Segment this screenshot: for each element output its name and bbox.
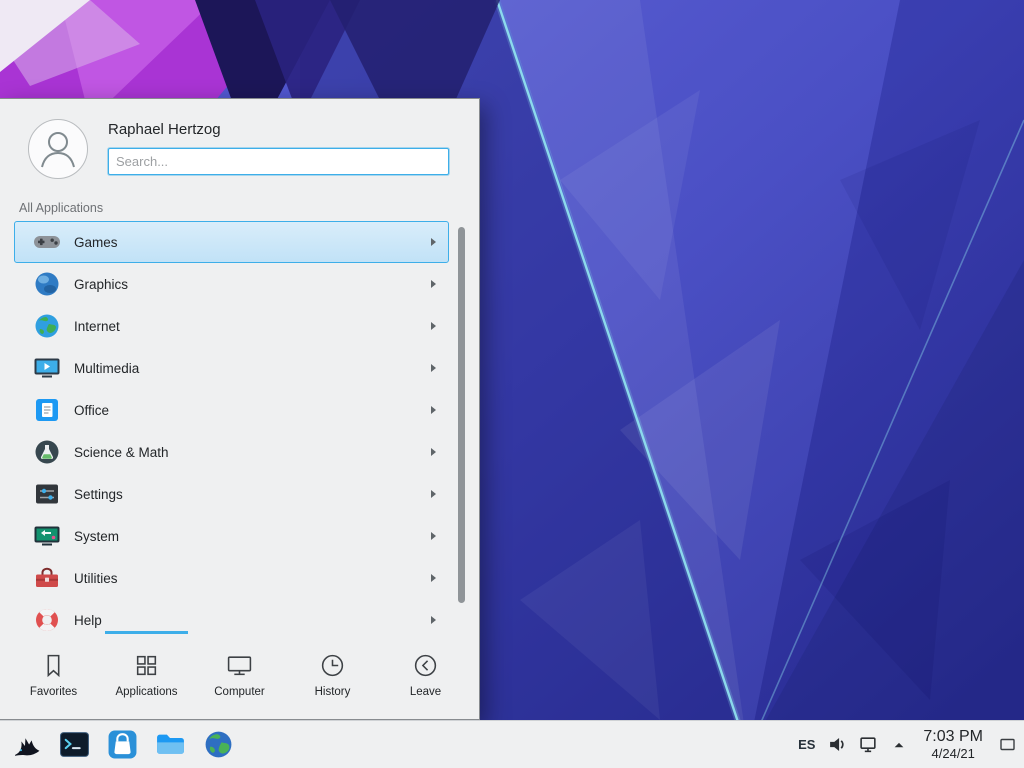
- clock-date: 4/24/21: [923, 746, 983, 762]
- gamepad-icon: [33, 228, 61, 256]
- tab-label: History: [315, 686, 351, 698]
- user-icon: [30, 121, 86, 177]
- taskbar-left: [0, 725, 236, 765]
- leave-icon: [412, 652, 439, 679]
- web-browser-icon: [203, 729, 234, 760]
- search-input[interactable]: [108, 148, 449, 175]
- app-grid-icon: [133, 652, 160, 679]
- software-center-launcher[interactable]: [104, 725, 140, 765]
- application-launcher-menu: Raphael Hertzog All Applications Games: [0, 98, 480, 720]
- chevron-right-icon: [431, 280, 436, 288]
- toolbox-icon: [33, 564, 61, 592]
- scrollbar[interactable]: [458, 227, 465, 603]
- chevron-right-icon: [431, 448, 436, 456]
- graphics-orb-icon: [33, 270, 61, 298]
- document-icon: [33, 396, 61, 424]
- chevron-right-icon: [431, 490, 436, 498]
- category-office[interactable]: Office: [14, 389, 449, 431]
- chevron-right-icon: [431, 238, 436, 246]
- tab-bar: Favorites Applications C: [0, 631, 479, 719]
- category-label: Science & Math: [74, 445, 431, 460]
- globe-icon: [33, 312, 61, 340]
- keyboard-layout-indicator[interactable]: ES: [796, 737, 817, 752]
- tab-history[interactable]: History: [286, 631, 379, 719]
- category-utilities[interactable]: Utilities: [14, 557, 449, 599]
- tab-favorites[interactable]: Favorites: [7, 631, 100, 719]
- system-tray: ES 7:03 PM: [796, 723, 1024, 767]
- category-settings[interactable]: Settings: [14, 473, 449, 515]
- desktop: Raphael Hertzog All Applications Games: [0, 0, 1024, 768]
- section-label: All Applications: [19, 201, 103, 215]
- category-label: Multimedia: [74, 361, 431, 376]
- file-manager-launcher[interactable]: [152, 725, 188, 765]
- taskbar: ES 7:03 PM: [0, 720, 1024, 768]
- expand-tray-icon[interactable]: [888, 734, 910, 756]
- category-label: Help: [74, 613, 431, 628]
- show-desktop-button[interactable]: [996, 723, 1020, 767]
- tab-label: Applications: [115, 686, 177, 698]
- flask-icon: [33, 438, 61, 466]
- chevron-right-icon: [431, 322, 436, 330]
- life-ring-icon: [33, 606, 61, 631]
- bookmark-icon: [40, 652, 67, 679]
- show-desktop-icon: [999, 736, 1017, 754]
- clock[interactable]: 7:03 PM 4/24/21: [923, 727, 983, 762]
- chevron-right-icon: [431, 364, 436, 372]
- clock-icon: [319, 652, 346, 679]
- category-label: Internet: [74, 319, 431, 334]
- chevron-right-icon: [431, 532, 436, 540]
- chevron-right-icon: [431, 616, 436, 624]
- category-label: Games: [74, 235, 431, 250]
- network-icon[interactable]: [857, 734, 879, 756]
- category-games[interactable]: Games: [14, 221, 449, 263]
- tab-label: Favorites: [30, 686, 77, 698]
- category-label: Graphics: [74, 277, 431, 292]
- terminal-launcher[interactable]: [56, 725, 92, 765]
- web-browser-launcher[interactable]: [200, 725, 236, 765]
- kali-menu-icon: [11, 729, 42, 760]
- tab-computer[interactable]: Computer: [193, 631, 286, 719]
- launcher-button[interactable]: [8, 725, 44, 765]
- category-label: System: [74, 529, 431, 544]
- tab-leave[interactable]: Leave: [379, 631, 472, 719]
- volume-icon[interactable]: [826, 734, 848, 756]
- category-system[interactable]: System: [14, 515, 449, 557]
- category-list: Games Graphics: [14, 221, 449, 631]
- terminal-icon: [59, 729, 90, 760]
- tab-label: Leave: [410, 686, 441, 698]
- avatar: [28, 119, 88, 179]
- system-monitor-icon: [33, 522, 61, 550]
- tab-applications[interactable]: Applications: [100, 631, 193, 719]
- category-internet[interactable]: Internet: [14, 305, 449, 347]
- category-help[interactable]: Help: [14, 599, 449, 631]
- computer-icon: [226, 652, 253, 679]
- category-multimedia[interactable]: Multimedia: [14, 347, 449, 389]
- category-graphics[interactable]: Graphics: [14, 263, 449, 305]
- sliders-icon: [33, 480, 61, 508]
- category-science-math[interactable]: Science & Math: [14, 431, 449, 473]
- category-label: Office: [74, 403, 431, 418]
- clock-time: 7:03 PM: [923, 727, 983, 746]
- tab-label: Computer: [214, 686, 265, 698]
- category-label: Utilities: [74, 571, 431, 586]
- monitor-play-icon: [33, 354, 61, 382]
- user-name: Raphael Hertzog: [108, 121, 221, 138]
- category-label: Settings: [74, 487, 431, 502]
- chevron-right-icon: [431, 406, 436, 414]
- chevron-right-icon: [431, 574, 436, 582]
- file-manager-icon: [155, 729, 186, 760]
- software-center-icon: [107, 729, 138, 760]
